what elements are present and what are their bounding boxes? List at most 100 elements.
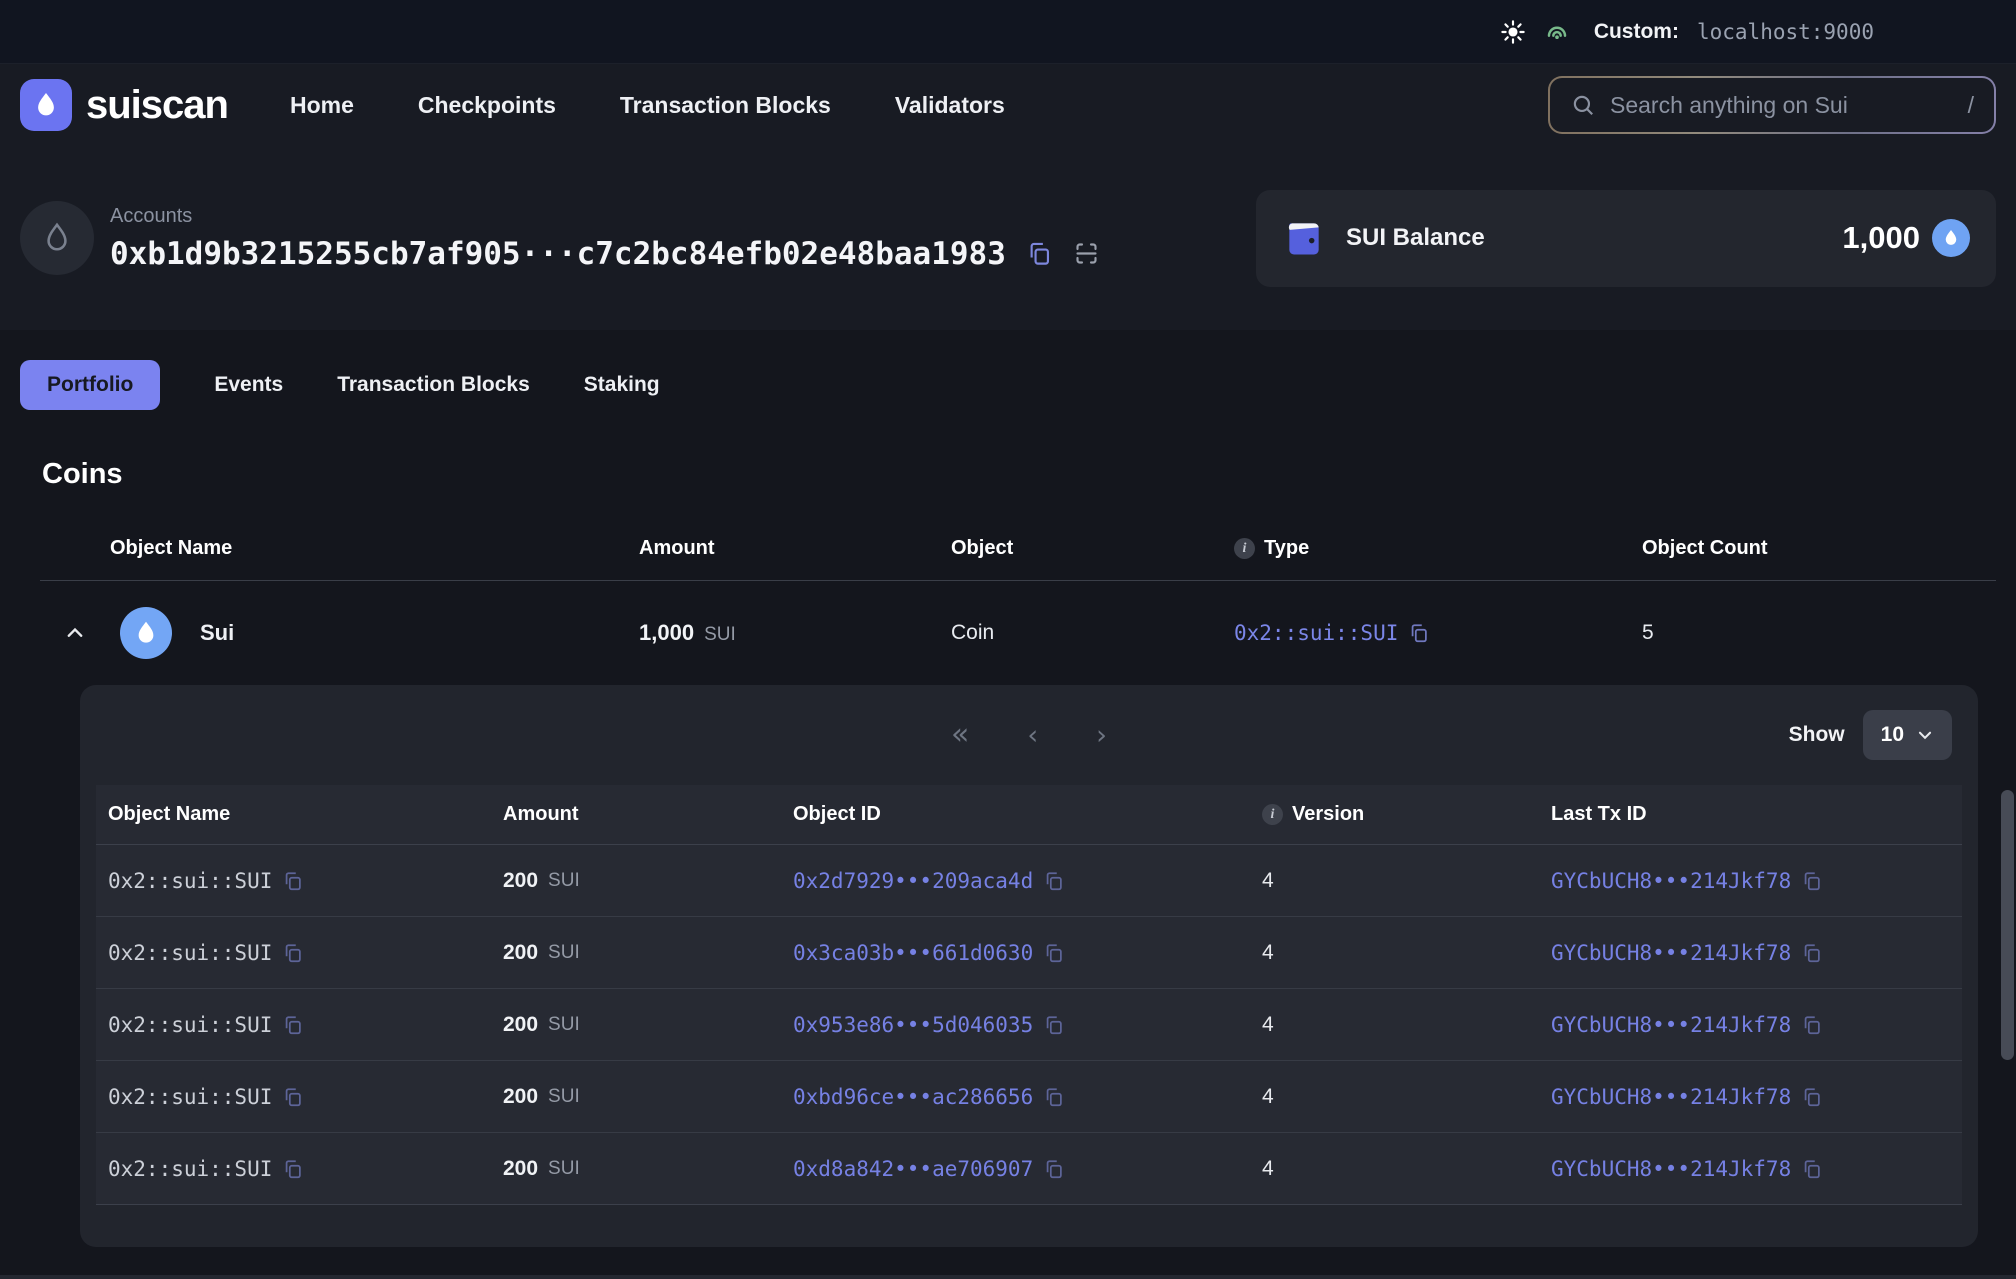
topbar: Custom: localhost:9000 [0, 0, 2016, 64]
copy-name-button[interactable] [282, 942, 304, 964]
account-avatar [20, 201, 94, 275]
copy-name-button[interactable] [282, 1014, 304, 1036]
brand-name[interactable]: suiscan [86, 83, 228, 128]
tab-transaction-blocks[interactable]: Transaction Blocks [337, 360, 530, 410]
theme-sun-icon[interactable] [1500, 19, 1526, 45]
suiscan-logo[interactable] [20, 79, 72, 131]
object-id-link[interactable]: 0x953e86•••5d046035 [793, 1013, 1033, 1037]
coin-summary-row[interactable]: Sui 1,000SUI Coin 0x2::sui::SUI 5 [40, 581, 1996, 685]
copy-address-button[interactable] [1026, 240, 1053, 267]
object-name: 0x2::sui::SUI [108, 1157, 272, 1181]
copy-icon [1801, 1086, 1823, 1108]
last-tx-link[interactable]: GYCbUCH8•••214Jkf78 [1551, 1013, 1791, 1037]
account-tabs: Portfolio Events Transaction Blocks Stak… [0, 360, 2016, 410]
network-status-icon[interactable] [1544, 19, 1570, 45]
table-row: 0x2::sui::SUI 200 SUI 0xd8a842•••ae70690… [96, 1133, 1962, 1205]
page-scrollbar[interactable] [2001, 790, 2014, 1060]
account-hero: Accounts 0xb1d9b3215255cb7af905···c7c2bc… [0, 146, 2016, 330]
copy-object-id-button[interactable] [1043, 1014, 1065, 1036]
search-bar[interactable]: / [1548, 76, 1996, 134]
object-version: 4 [1250, 941, 1539, 965]
coin-objects-table: Object Name Amount Object ID i Version L… [96, 785, 1962, 1205]
copy-icon [1043, 1158, 1065, 1180]
nav-item-validators[interactable]: Validators [895, 92, 1005, 119]
tab-portfolio[interactable]: Portfolio [20, 360, 160, 410]
sui-coin-icon [120, 607, 172, 659]
column-last-tx-id: Last Tx ID [1539, 803, 1962, 826]
copy-name-button[interactable] [282, 1158, 304, 1180]
next-page-button[interactable]: › [1096, 722, 1107, 749]
tab-events[interactable]: Events [214, 360, 283, 410]
column-type: i Type [1234, 537, 1642, 560]
objects-table-header: Object Name Amount Object ID i Version L… [96, 785, 1962, 845]
last-tx-link[interactable]: GYCbUCH8•••214Jkf78 [1551, 1157, 1791, 1181]
nav-item-home[interactable]: Home [290, 92, 354, 119]
object-id-link[interactable]: 0xbd96ce•••ac286656 [793, 1085, 1033, 1109]
custom-network-value[interactable]: localhost:9000 [1697, 20, 1874, 44]
copy-last-tx-button[interactable] [1801, 1086, 1823, 1108]
search-input[interactable] [1610, 92, 1954, 119]
copy-icon [282, 1014, 304, 1036]
prev-page-button[interactable]: ‹ [1027, 722, 1038, 749]
main-header: suiscan Home Checkpoints Transaction Blo… [0, 64, 2016, 146]
page-size-select[interactable]: 10 [1863, 710, 1952, 760]
object-version: 4 [1250, 1157, 1539, 1181]
copy-object-id-button[interactable] [1043, 1158, 1065, 1180]
nav-item-checkpoints[interactable]: Checkpoints [418, 92, 556, 119]
copy-name-button[interactable] [282, 870, 304, 892]
copy-icon [1801, 942, 1823, 964]
coin-type-link[interactable]: 0x2::sui::SUI [1234, 621, 1398, 645]
copy-type-button[interactable] [1408, 622, 1430, 644]
object-name: 0x2::sui::SUI [108, 869, 272, 893]
object-amount: 200 [503, 1157, 538, 1181]
sui-balance-card: SUI Balance 1,000 [1256, 190, 1996, 287]
copy-object-id-button[interactable] [1043, 942, 1065, 964]
table-row: 0x2::sui::SUI 200 SUI 0x3ca03b•••661d063… [96, 917, 1962, 989]
nav-item-transaction-blocks[interactable]: Transaction Blocks [620, 92, 831, 119]
last-tx-link[interactable]: GYCbUCH8•••214Jkf78 [1551, 869, 1791, 893]
copy-last-tx-button[interactable] [1801, 1158, 1823, 1180]
coin-objects-panel: « ‹ › Show 10 Object Name Amount Object … [80, 685, 1978, 1247]
coin-object-count: 5 [1642, 621, 1996, 645]
copy-icon [282, 870, 304, 892]
copy-last-tx-button[interactable] [1801, 942, 1823, 964]
table-row: 0x2::sui::SUI 200 SUI 0x953e86•••5d04603… [96, 989, 1962, 1061]
collapse-row-button[interactable] [64, 622, 86, 644]
column-amount: Amount [491, 803, 781, 826]
object-amount: 200 [503, 941, 538, 965]
copy-icon [1043, 870, 1065, 892]
column-object-name: Object Name [96, 803, 491, 826]
chevron-down-icon [1916, 726, 1934, 744]
copy-icon [1801, 1014, 1823, 1036]
copy-object-id-button[interactable] [1043, 1086, 1065, 1108]
object-amount-unit: SUI [548, 942, 580, 964]
first-page-button[interactable]: « [951, 720, 969, 750]
coins-table: Object Name Amount Object i Type Object … [40, 517, 1996, 1247]
info-icon[interactable]: i [1262, 804, 1283, 825]
copy-name-button[interactable] [282, 1086, 304, 1108]
balance-value: 1,000 [1842, 220, 1920, 256]
account-address[interactable]: 0xb1d9b3215255cb7af905···c7c2bc84efb02e4… [110, 236, 1006, 272]
object-name: 0x2::sui::SUI [108, 1013, 272, 1037]
drop-outline-icon [39, 220, 75, 256]
object-amount-unit: SUI [548, 1086, 580, 1108]
tab-staking[interactable]: Staking [584, 360, 660, 410]
copy-icon [1043, 1086, 1065, 1108]
object-amount: 200 [503, 1085, 538, 1109]
object-id-link[interactable]: 0x3ca03b•••661d0630 [793, 941, 1033, 965]
copy-object-id-button[interactable] [1043, 870, 1065, 892]
last-tx-link[interactable]: GYCbUCH8•••214Jkf78 [1551, 1085, 1791, 1109]
balance-label: SUI Balance [1346, 224, 1485, 252]
object-id-link[interactable]: 0x2d7929•••209aca4d [793, 869, 1033, 893]
last-tx-link[interactable]: GYCbUCH8•••214Jkf78 [1551, 941, 1791, 965]
copy-icon [1801, 870, 1823, 892]
info-icon[interactable]: i [1234, 538, 1255, 559]
custom-network-label: Custom: [1594, 20, 1679, 44]
copy-icon [282, 1086, 304, 1108]
object-id-link[interactable]: 0xd8a842•••ae706907 [793, 1157, 1033, 1181]
qr-code-button[interactable] [1073, 240, 1100, 267]
copy-last-tx-button[interactable] [1801, 870, 1823, 892]
wallet-icon [1282, 216, 1326, 260]
object-version: 4 [1250, 869, 1539, 893]
copy-last-tx-button[interactable] [1801, 1014, 1823, 1036]
